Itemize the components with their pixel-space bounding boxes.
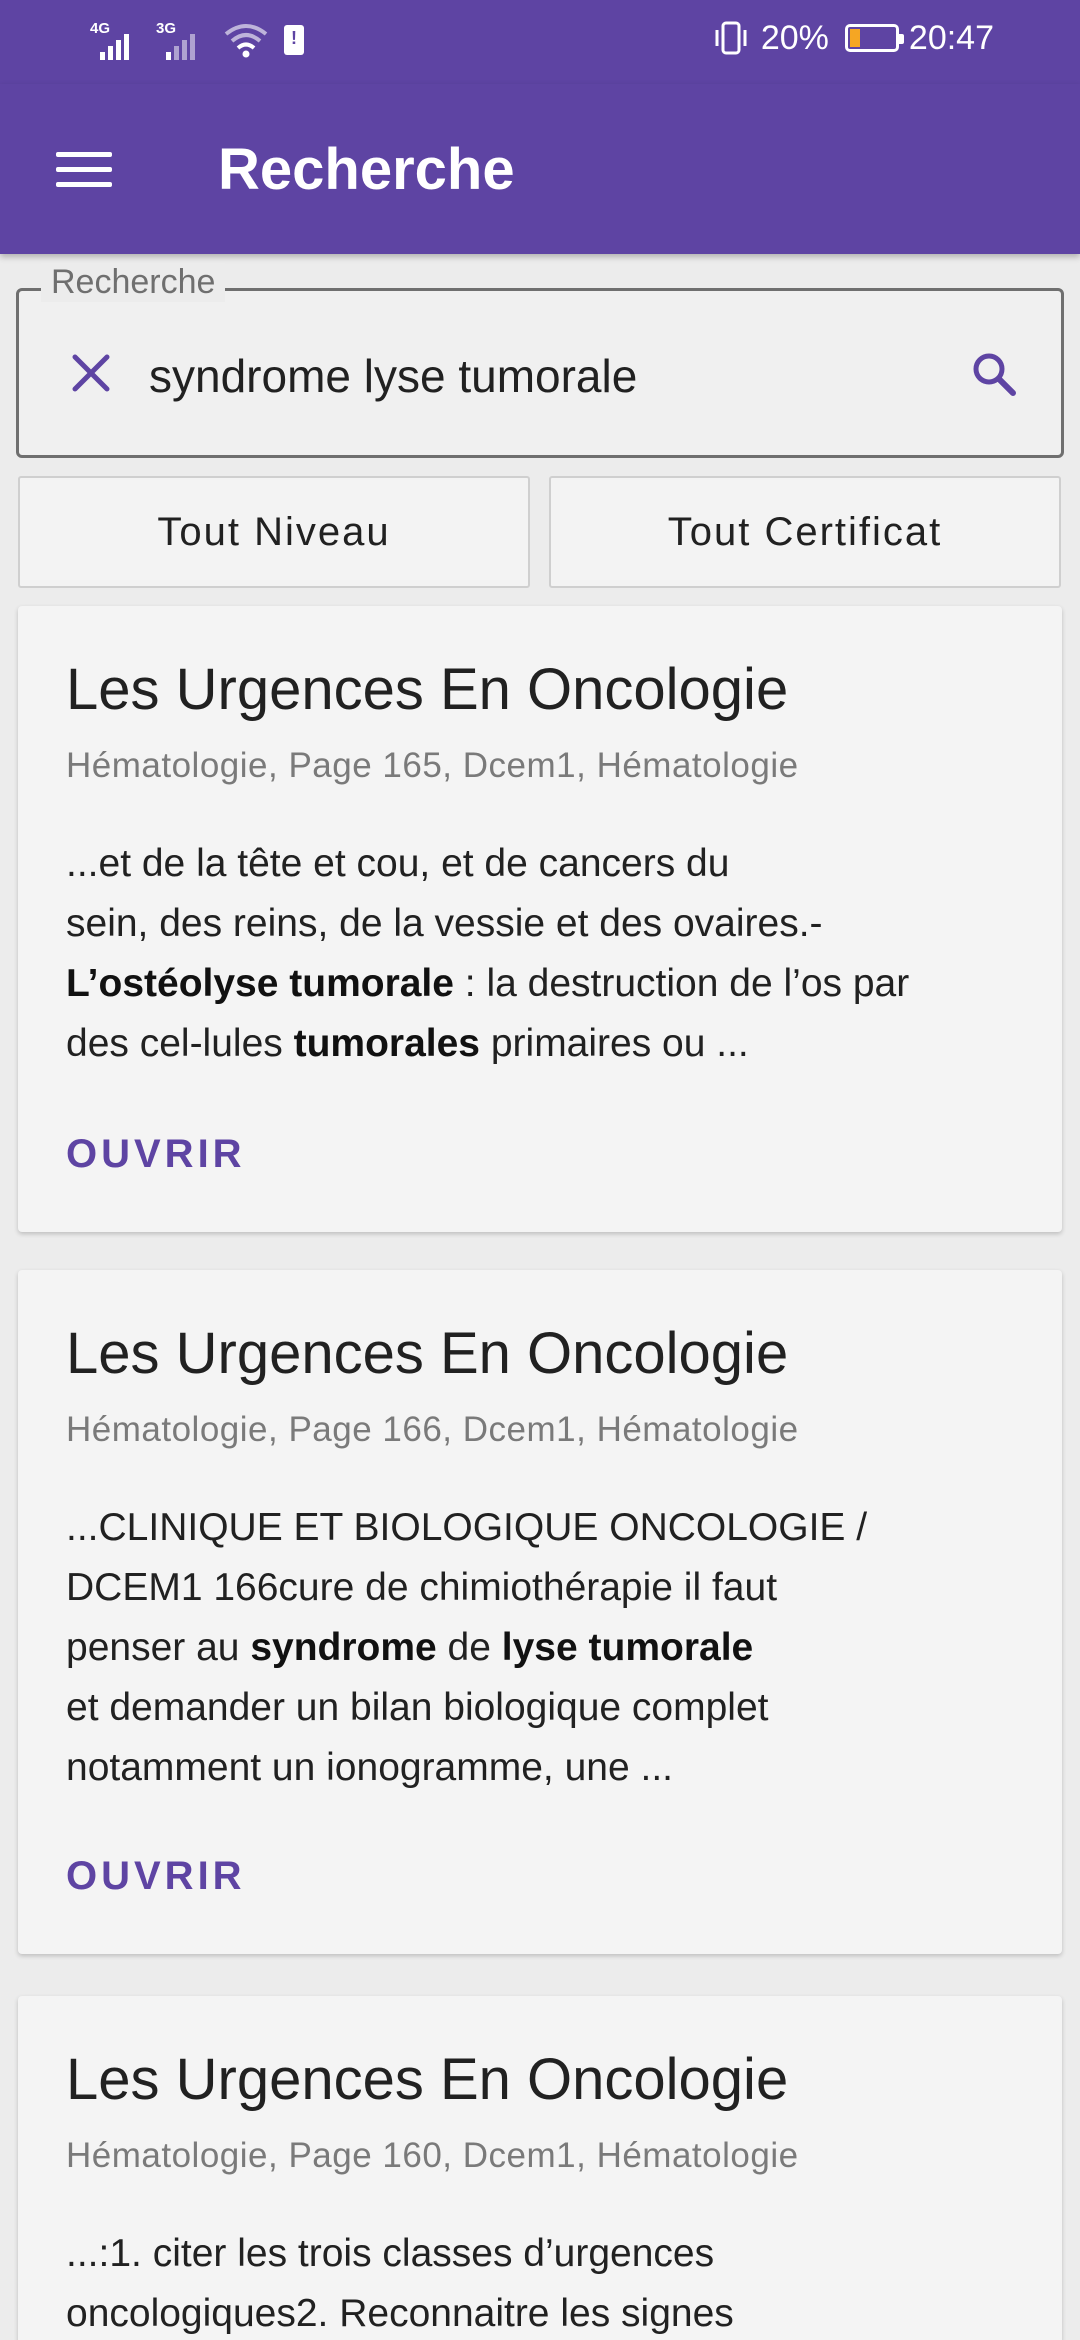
status-left-icons: 4G 3G [90, 20, 304, 60]
excerpt-text: : la destruction de l’os par [453, 962, 910, 1005]
excerpt-line: penser au syndrome de lyse tumorale [66, 1618, 1026, 1678]
status-right-icons: 20% 20:47 [711, 18, 994, 58]
result-card: Les Urgences En Oncologie Hématologie, P… [18, 1996, 1062, 2340]
search-field[interactable]: Recherche syndrome lyse tumorale [16, 263, 1064, 458]
highlighted-term: lyse tumorale [501, 1626, 754, 1669]
highlighted-term: syndrome [250, 1626, 437, 1669]
excerpt-text: de [436, 1626, 502, 1669]
cellular-signal-icon: 3G [156, 20, 208, 60]
result-meta: Hématologie, Page 165, Dcem1, Hématologi… [66, 746, 799, 785]
excerpt-text: notamment un ionogramme, une ... [66, 1746, 673, 1789]
excerpt-text: primaires ou ... [480, 1022, 749, 1065]
app-bar: Recherche [0, 84, 1080, 254]
open-button[interactable]: OUVRIR [66, 1854, 246, 1899]
excerpt-text: DCEM1 166cure de chimiothérapie il faut [66, 1566, 778, 1609]
excerpt-text: ...:1. citer les trois classes d’urgence… [66, 2232, 715, 2275]
status-bar: 4G 3G 20% 20:47 [0, 0, 1080, 84]
result-meta: Hématologie, Page 160, Dcem1, Hématologi… [66, 2136, 799, 2175]
page-title: Recherche [218, 137, 515, 202]
excerpt-line: ...CLINIQUE ET BIOLOGIQUE ONCOLOGIE / [66, 1498, 1026, 1558]
excerpt-line: et demander un bilan biologique complet [66, 1678, 1026, 1738]
vibrate-icon [715, 21, 747, 55]
result-excerpt: ...et de la tête et cou, et de cancers d… [66, 834, 1026, 1074]
result-card: Les Urgences En Oncologie Hématologie, P… [18, 1270, 1062, 1954]
excerpt-text: oncologiques2. Reconnaitre les signes [66, 2292, 734, 2335]
excerpt-line: ...:1. citer les trois classes d’urgence… [66, 2224, 1026, 2284]
menu-icon[interactable] [56, 152, 112, 188]
excerpt-text: ...CLINIQUE ET BIOLOGIQUE ONCOLOGIE / [66, 1506, 868, 1549]
result-meta: Hématologie, Page 166, Dcem1, Hématologi… [66, 1410, 799, 1449]
clock: 20:47 [908, 18, 994, 57]
result-excerpt: ...CLINIQUE ET BIOLOGIQUE ONCOLOGIE / DCE… [66, 1498, 1026, 1798]
excerpt-line: L’ostéolyse tumorale : la destruction de… [66, 954, 1026, 1014]
sim-alert-icon [284, 25, 304, 55]
result-card: Les Urgences En Oncologie Hématologie, P… [18, 606, 1062, 1232]
excerpt-text: ...et de la tête et cou, et de cancers d… [66, 842, 730, 885]
excerpt-line: DCEM1 166cure de chimiothérapie il faut [66, 1558, 1026, 1618]
battery-icon [844, 24, 904, 52]
excerpt-text: et demander un bilan biologique complet [66, 1686, 769, 1729]
excerpt-line: sein, des reins, de la vessie et des ova… [66, 894, 1026, 954]
excerpt-text: sein, des reins, de la vessie et des ova… [66, 902, 823, 945]
open-button[interactable]: OUVRIR [66, 1132, 246, 1177]
excerpt-line: des cel-lules tumorales primaires ou ... [66, 1014, 1026, 1074]
level-filter-button[interactable]: Tout Niveau [18, 476, 530, 588]
excerpt-text: des cel-lules [66, 1022, 294, 1065]
search-label: Recherche [41, 263, 226, 302]
result-title: Les Urgences En Oncologie [66, 657, 789, 722]
excerpt-line: oncologiques2. Reconnaitre les signes [66, 2284, 1026, 2340]
excerpt-line: notamment un ionogramme, une ... [66, 1738, 1026, 1798]
certificate-filter-button[interactable]: Tout Certificat [549, 476, 1061, 588]
wifi-icon [224, 24, 268, 58]
search-icon[interactable] [969, 349, 1019, 399]
highlighted-term: L’ostéolyse tumorale [66, 962, 454, 1005]
excerpt-line: ...et de la tête et cou, et de cancers d… [66, 834, 1026, 894]
battery-percent: 20% [760, 18, 829, 57]
result-excerpt: ...:1. citer les trois classes d’urgence… [66, 2224, 1026, 2340]
highlighted-term: tumorales [293, 1022, 481, 1065]
close-icon[interactable] [67, 349, 115, 397]
excerpt-text: penser au [66, 1626, 251, 1669]
search-input[interactable]: syndrome lyse tumorale [149, 349, 637, 403]
cellular-signal-icon: 4G [90, 20, 142, 60]
result-title: Les Urgences En Oncologie [66, 1321, 789, 1386]
result-title: Les Urgences En Oncologie [66, 2047, 789, 2112]
